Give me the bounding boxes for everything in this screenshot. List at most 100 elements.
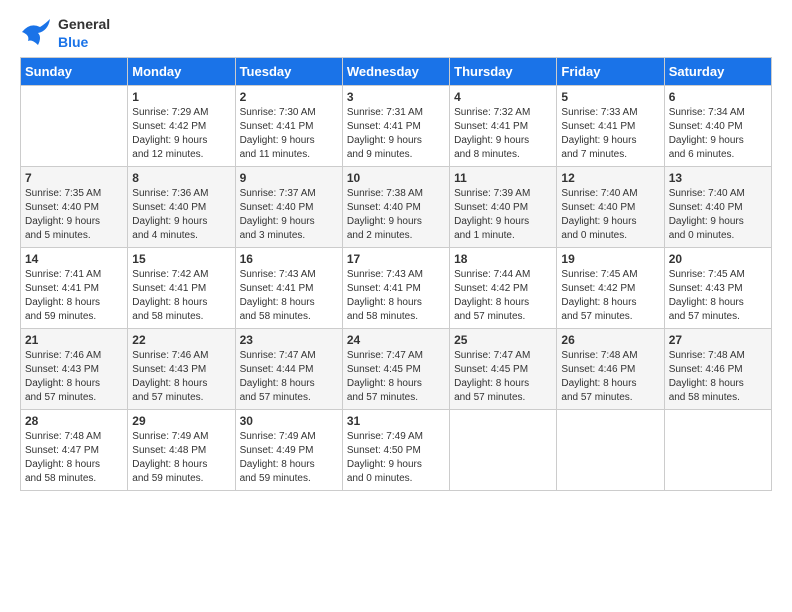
- calendar-cell: 13 Sunrise: 7:40 AM Sunset: 4:40 PM Dayli…: [664, 166, 771, 247]
- day-number: 4: [454, 90, 552, 104]
- logo-bird-icon: [20, 17, 50, 47]
- day-number: 29: [132, 414, 230, 428]
- calendar-cell: 24 Sunrise: 7:47 AM Sunset: 4:45 PM Dayli…: [342, 328, 449, 409]
- calendar-cell: 21 Sunrise: 7:46 AM Sunset: 4:43 PM Dayli…: [21, 328, 128, 409]
- day-number: 5: [561, 90, 659, 104]
- day-number: 11: [454, 171, 552, 185]
- calendar-week-row: 1 Sunrise: 7:29 AM Sunset: 4:42 PM Daylig…: [21, 85, 772, 166]
- day-info: Sunrise: 7:38 AM Sunset: 4:40 PM Dayligh…: [347, 187, 445, 243]
- day-number: 26: [561, 333, 659, 347]
- calendar-cell: 8 Sunrise: 7:36 AM Sunset: 4:40 PM Daylig…: [128, 166, 235, 247]
- day-number: 25: [454, 333, 552, 347]
- calendar-cell: 20 Sunrise: 7:45 AM Sunset: 4:43 PM Dayli…: [664, 247, 771, 328]
- day-number: 10: [347, 171, 445, 185]
- calendar-cell: 22Sunrise: 7:46 AM Sunset: 4:43 PM Dayli…: [128, 328, 235, 409]
- day-info: Sunrise: 7:36 AM Sunset: 4:40 PM Dayligh…: [132, 187, 230, 243]
- day-header-saturday: Saturday: [664, 57, 771, 85]
- day-info: Sunrise: 7:44 AM Sunset: 4:42 PM Dayligh…: [454, 268, 552, 324]
- calendar-cell: [21, 85, 128, 166]
- logo-general-text: General: [58, 16, 110, 32]
- calendar-cell: 9 Sunrise: 7:37 AM Sunset: 4:40 PM Daylig…: [235, 166, 342, 247]
- calendar-cell: 18 Sunrise: 7:44 AM Sunset: 4:42 PM Dayli…: [450, 247, 557, 328]
- day-header-wednesday: Wednesday: [342, 57, 449, 85]
- day-info: Sunrise: 7:39 AM Sunset: 4:40 PM Dayligh…: [454, 187, 552, 243]
- calendar-cell: 23 Sunrise: 7:47 AM Sunset: 4:44 PM Dayli…: [235, 328, 342, 409]
- day-info: Sunrise: 7:48 AM Sunset: 4:46 PM Dayligh…: [561, 349, 659, 405]
- calendar-cell: 14Sunrise: 7:41 AM Sunset: 4:41 PM Dayli…: [21, 247, 128, 328]
- day-header-thursday: Thursday: [450, 57, 557, 85]
- day-info: Sunrise: 7:29 AM Sunset: 4:42 PM Dayligh…: [132, 106, 230, 162]
- day-info: Sunrise: 7:47 AM Sunset: 4:45 PM Dayligh…: [347, 349, 445, 405]
- day-header-tuesday: Tuesday: [235, 57, 342, 85]
- day-info: Sunrise: 7:32 AM Sunset: 4:41 PM Dayligh…: [454, 106, 552, 162]
- day-number: 2: [240, 90, 338, 104]
- logo-blue-text: Blue: [58, 34, 88, 50]
- day-header-friday: Friday: [557, 57, 664, 85]
- day-info: Sunrise: 7:49 AM Sunset: 4:49 PM Dayligh…: [240, 430, 338, 486]
- calendar-cell: 3 Sunrise: 7:31 AM Sunset: 4:41 PM Daylig…: [342, 85, 449, 166]
- day-info: Sunrise: 7:47 AM Sunset: 4:45 PM Dayligh…: [454, 349, 552, 405]
- day-info: Sunrise: 7:43 AM Sunset: 4:41 PM Dayligh…: [347, 268, 445, 324]
- calendar-cell: 25 Sunrise: 7:47 AM Sunset: 4:45 PM Dayli…: [450, 328, 557, 409]
- day-info: Sunrise: 7:48 AM Sunset: 4:46 PM Dayligh…: [669, 349, 767, 405]
- calendar-cell: 1 Sunrise: 7:29 AM Sunset: 4:42 PM Daylig…: [128, 85, 235, 166]
- day-info: Sunrise: 7:31 AM Sunset: 4:41 PM Dayligh…: [347, 106, 445, 162]
- logo: General Blue: [20, 16, 110, 53]
- day-info: Sunrise: 7:47 AM Sunset: 4:44 PM Dayligh…: [240, 349, 338, 405]
- day-number: 13: [669, 171, 767, 185]
- day-info: Sunrise: 7:45 AM Sunset: 4:43 PM Dayligh…: [669, 268, 767, 324]
- day-number: 19: [561, 252, 659, 266]
- calendar-cell: 26 Sunrise: 7:48 AM Sunset: 4:46 PM Dayli…: [557, 328, 664, 409]
- calendar-cell: [450, 409, 557, 490]
- day-number: 15: [132, 252, 230, 266]
- day-number: 9: [240, 171, 338, 185]
- day-info: Sunrise: 7:42 AM Sunset: 4:41 PM Dayligh…: [132, 268, 230, 324]
- calendar-cell: 11 Sunrise: 7:39 AM Sunset: 4:40 PM Dayli…: [450, 166, 557, 247]
- day-info: Sunrise: 7:49 AM Sunset: 4:48 PM Dayligh…: [132, 430, 230, 486]
- day-info: Sunrise: 7:37 AM Sunset: 4:40 PM Dayligh…: [240, 187, 338, 243]
- calendar-cell: 31 Sunrise: 7:49 AM Sunset: 4:50 PM Dayli…: [342, 409, 449, 490]
- day-info: Sunrise: 7:40 AM Sunset: 4:40 PM Dayligh…: [669, 187, 767, 243]
- day-number: 8: [132, 171, 230, 185]
- calendar-cell: 29 Sunrise: 7:49 AM Sunset: 4:48 PM Dayli…: [128, 409, 235, 490]
- day-info: Sunrise: 7:34 AM Sunset: 4:40 PM Dayligh…: [669, 106, 767, 162]
- calendar-cell: 17 Sunrise: 7:43 AM Sunset: 4:41 PM Dayli…: [342, 247, 449, 328]
- day-number: 17: [347, 252, 445, 266]
- calendar-cell: 16 Sunrise: 7:43 AM Sunset: 4:41 PM Dayli…: [235, 247, 342, 328]
- day-number: 16: [240, 252, 338, 266]
- day-info: Sunrise: 7:49 AM Sunset: 4:50 PM Dayligh…: [347, 430, 445, 486]
- calendar-week-row: 7 Sunrise: 7:35 AM Sunset: 4:40 PM Daylig…: [21, 166, 772, 247]
- calendar-week-row: 28Sunrise: 7:48 AM Sunset: 4:47 PM Dayli…: [21, 409, 772, 490]
- day-info: Sunrise: 7:45 AM Sunset: 4:42 PM Dayligh…: [561, 268, 659, 324]
- day-number: 20: [669, 252, 767, 266]
- day-number: 31: [347, 414, 445, 428]
- day-number: 7: [25, 171, 123, 185]
- day-number: 1: [132, 90, 230, 104]
- day-info: Sunrise: 7:48 AM Sunset: 4:47 PM Dayligh…: [25, 430, 123, 486]
- day-number: 23: [240, 333, 338, 347]
- day-number: 3: [347, 90, 445, 104]
- day-info: Sunrise: 7:33 AM Sunset: 4:41 PM Dayligh…: [561, 106, 659, 162]
- calendar-cell: 4 Sunrise: 7:32 AM Sunset: 4:41 PM Daylig…: [450, 85, 557, 166]
- header: General Blue: [20, 16, 772, 53]
- calendar-cell: 28Sunrise: 7:48 AM Sunset: 4:47 PM Dayli…: [21, 409, 128, 490]
- calendar-table: SundayMondayTuesdayWednesdayThursdayFrid…: [20, 57, 772, 491]
- day-number: 21: [25, 333, 123, 347]
- day-header-monday: Monday: [128, 57, 235, 85]
- day-number: 24: [347, 333, 445, 347]
- calendar-header-row: SundayMondayTuesdayWednesdayThursdayFrid…: [21, 57, 772, 85]
- day-number: 18: [454, 252, 552, 266]
- day-number: 12: [561, 171, 659, 185]
- calendar-cell: [557, 409, 664, 490]
- day-info: Sunrise: 7:41 AM Sunset: 4:41 PM Dayligh…: [25, 268, 123, 324]
- day-info: Sunrise: 7:43 AM Sunset: 4:41 PM Dayligh…: [240, 268, 338, 324]
- calendar-cell: 7 Sunrise: 7:35 AM Sunset: 4:40 PM Daylig…: [21, 166, 128, 247]
- calendar-cell: 5 Sunrise: 7:33 AM Sunset: 4:41 PM Daylig…: [557, 85, 664, 166]
- calendar-cell: 30 Sunrise: 7:49 AM Sunset: 4:49 PM Dayli…: [235, 409, 342, 490]
- day-info: Sunrise: 7:35 AM Sunset: 4:40 PM Dayligh…: [25, 187, 123, 243]
- day-number: 22: [132, 333, 230, 347]
- day-number: 6: [669, 90, 767, 104]
- day-number: 30: [240, 414, 338, 428]
- calendar-cell: [664, 409, 771, 490]
- day-info: Sunrise: 7:46 AM Sunset: 4:43 PM Dayligh…: [25, 349, 123, 405]
